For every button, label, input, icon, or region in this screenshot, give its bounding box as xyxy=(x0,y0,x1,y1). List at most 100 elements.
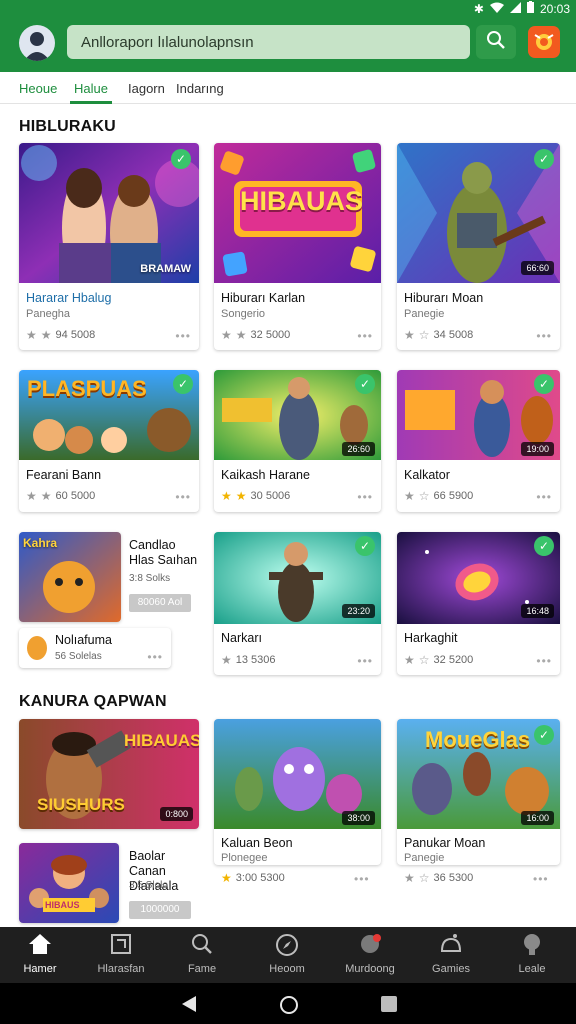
nav-search[interactable]: Fame xyxy=(162,933,242,975)
tab-home[interactable]: Heoue xyxy=(19,81,57,96)
search-button[interactable] xyxy=(476,25,516,59)
mini-game-card[interactable]: Kahra xyxy=(19,532,121,622)
card-title: Panukar Moan xyxy=(404,836,486,850)
mini-game-card[interactable]: HIBAUS xyxy=(19,843,119,923)
gamepad-icon xyxy=(411,933,491,959)
mini-card-button[interactable]: 80060 Aol xyxy=(129,594,191,612)
card-subtitle: Panegha xyxy=(26,308,71,320)
tab-trending[interactable]: Indarıng xyxy=(176,81,224,96)
mini-game-list: Kahra Candlao Hlas Saıhan 3:8 Solks 8006… xyxy=(19,532,199,672)
duration-badge: 16:00 xyxy=(521,811,554,825)
card-meta: ★ ☆ 66 5900 xyxy=(404,489,473,503)
card-title: Narkarı xyxy=(221,631,262,645)
back-icon[interactable] xyxy=(180,995,198,1018)
card-meta: ★ ☆ 34 5008 xyxy=(404,328,473,342)
game-card[interactable]: PLASPUAS ✓ Fearani Bann ★ ★ 60 5000 ••• xyxy=(19,370,199,512)
more-options-icon[interactable]: ••• xyxy=(357,654,373,668)
star-icon: ★ xyxy=(221,653,232,667)
more-options-icon[interactable]: ••• xyxy=(533,872,568,886)
more-options-icon[interactable]: ••• xyxy=(536,654,552,668)
mini-card-subtitle: 3:5 Slolo xyxy=(129,880,168,891)
star-icon: ★ xyxy=(404,653,415,667)
more-options-icon[interactable]: ••• xyxy=(175,329,191,343)
user-avatar[interactable] xyxy=(19,25,55,61)
card-meta: ★ ★ 94 5008 xyxy=(26,328,95,342)
duration-badge: 26:60 xyxy=(342,442,375,456)
nav-label: Hlarasfan xyxy=(97,963,145,975)
game-card[interactable]: 38:00 Kaluan Beon Plonegee xyxy=(214,719,381,865)
more-options-icon[interactable]: ••• xyxy=(536,490,552,504)
game-artwork: HIBAUAS xyxy=(214,143,381,283)
game-card[interactable]: ✓ 16:48 Harkaghit ★ ☆ 32 5200 ••• xyxy=(397,532,560,675)
card-subtitle: Plonegee xyxy=(221,852,268,864)
card-subtitle: Panegie xyxy=(404,308,445,320)
art-text-secondary: SIUSHURS xyxy=(37,795,125,814)
nav-messages[interactable]: Murdoong xyxy=(330,933,410,975)
more-options-icon[interactable]: ••• xyxy=(175,490,191,504)
mini-list-row[interactable]: Nolıafuma 56 Solelas ••• xyxy=(19,628,171,668)
verified-check-icon: ✓ xyxy=(173,374,193,394)
card-meta: ★ ☆ 32 5200 xyxy=(404,653,473,667)
rating-count: 3:00 5300 xyxy=(235,872,285,884)
game-card[interactable]: MoueGlas ✓ 16:00 Panukar Moan Panegie xyxy=(397,719,560,865)
tab-category[interactable]: Iagorn xyxy=(128,81,165,96)
game-card[interactable]: ✓ 26:60 Kaikash Harane ★ ★ 30 5006 ••• xyxy=(214,370,381,512)
verified-check-icon: ✓ xyxy=(355,374,375,394)
more-options-icon[interactable]: ••• xyxy=(357,490,373,504)
game-card[interactable]: BRAMAW Hararar Hbalug Panegha ★ ★ 94 500… xyxy=(19,143,199,350)
mini-game-list: HIBAUS Baolar Canan Dlanaala 3:5 Slolo 1… xyxy=(19,843,199,923)
verified-check-icon: ✓ xyxy=(534,374,554,394)
nav-library[interactable]: Hlarasfan xyxy=(81,933,161,975)
game-card[interactable]: ✓ 66:60 Hiburarı Moan Panegie ★ ☆ 34 500… xyxy=(397,143,560,350)
verified-check-icon: ✓ xyxy=(534,725,554,745)
app-logo-icon[interactable] xyxy=(528,26,560,58)
art-text: MoueGlas xyxy=(425,727,531,752)
mini-card-button[interactable]: 1000000 xyxy=(129,901,191,919)
rating-count: 60 5000 xyxy=(55,490,96,502)
more-options-icon[interactable]: ••• xyxy=(536,329,552,343)
nav-profile[interactable]: Leale xyxy=(492,933,572,975)
star-icon: ★ xyxy=(26,328,37,342)
card-title: Harkaghit xyxy=(404,631,458,645)
tab-halue[interactable]: Halue xyxy=(74,81,108,96)
verified-check-icon: ✓ xyxy=(534,536,554,556)
featured-game-card[interactable]: HIBAUAS SIUSHURS 0:800 xyxy=(19,719,199,829)
game-card[interactable]: ✓ 23:20 Narkarı ★ 13 5306 ••• xyxy=(214,532,381,675)
game-artwork: PLASPUAS xyxy=(19,370,199,460)
more-options-icon[interactable]: ••• xyxy=(357,329,373,343)
art-text: BRAMAW xyxy=(140,263,191,275)
card-subtitle: Panegie xyxy=(404,852,445,864)
battery-icon xyxy=(526,1,534,16)
duration-badge: 16:48 xyxy=(521,604,554,618)
nav-label: Murdoong xyxy=(345,963,395,975)
rating-count: 94 5008 xyxy=(55,329,96,341)
star-icon: ★ xyxy=(404,328,415,342)
rating-count: 66 5900 xyxy=(433,490,474,502)
star-icon: ★ xyxy=(40,328,52,342)
nav-explore[interactable]: Heoom xyxy=(247,933,327,975)
section-title: KANURA QAPWAN xyxy=(19,693,167,710)
library-icon xyxy=(81,933,161,959)
star-icon: ☆ xyxy=(418,871,430,885)
duration-badge: 23:20 xyxy=(342,604,375,618)
home-circle-icon[interactable] xyxy=(279,995,299,1020)
mini-row-subtitle: 56 Solelas xyxy=(55,651,102,662)
nav-label: Fame xyxy=(187,963,217,975)
nav-label: Heoom xyxy=(269,963,305,975)
recents-icon[interactable] xyxy=(380,995,398,1018)
nav-games[interactable]: Gamies xyxy=(411,933,491,975)
card-meta: ★ ★ 32 5000 xyxy=(221,328,290,342)
more-options-icon[interactable]: ••• xyxy=(147,650,163,664)
star-icon: ★ xyxy=(221,871,232,885)
game-card[interactable]: HIBAUAS Hiburarı Karlan Songerio ★ ★ 32 … xyxy=(214,143,381,350)
search-input[interactable]: Anlloraporı lılalunolapnsın xyxy=(67,25,470,59)
mini-row-title: Nolıafuma xyxy=(55,633,112,647)
game-card[interactable]: ✓ 19:00 Kalkator ★ ☆ 66 5900 ••• xyxy=(397,370,560,512)
duration-badge: 19:00 xyxy=(521,442,554,456)
nav-label: Hamer xyxy=(23,963,57,975)
card-meta: ★ ★ 60 5000 xyxy=(26,489,95,503)
verified-check-icon: ✓ xyxy=(534,149,554,169)
app-screen: ✱ 20:03 Anlloraporı lılalunolapnsın Heou… xyxy=(0,0,576,1024)
chat-icon xyxy=(330,933,410,959)
nav-home[interactable]: Hamer xyxy=(0,933,80,975)
